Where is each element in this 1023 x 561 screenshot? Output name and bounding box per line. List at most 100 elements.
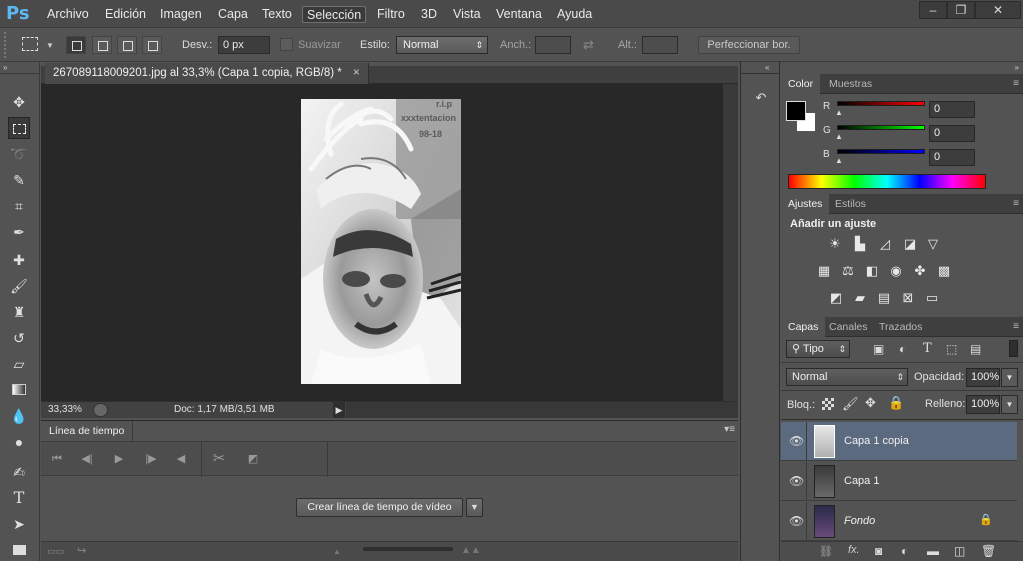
antialias-checkbox[interactable]: [280, 38, 293, 51]
vibrance-icon[interactable]: ▽: [924, 236, 942, 252]
new-selection-button[interactable]: [66, 36, 86, 54]
lasso-tool-icon[interactable]: ➰: [8, 143, 30, 165]
expand-icon[interactable]: «: [765, 63, 769, 72]
black-white-icon[interactable]: ◧: [863, 263, 881, 279]
lock-pixels-icon[interactable]: 🖌: [842, 396, 859, 412]
menu-3d[interactable]: 3D: [417, 6, 441, 23]
feather-input[interactable]: 0 px: [218, 36, 270, 54]
visibility-eye-icon[interactable]: 👁: [789, 514, 804, 528]
timeline-menu-icon[interactable]: ▾≡: [724, 424, 735, 435]
menu-ventana[interactable]: Ventana: [492, 6, 546, 23]
quick-select-tool-icon[interactable]: ✎: [8, 169, 30, 191]
width-input[interactable]: [535, 36, 571, 54]
threshold-icon[interactable]: ▤: [875, 290, 893, 306]
filter-smart-object-icon[interactable]: ▤: [970, 342, 981, 356]
channel-mixer-icon[interactable]: ✤: [911, 263, 929, 279]
exposure-icon[interactable]: ◪: [901, 236, 919, 252]
rect-marquee-tool-icon[interactable]: [8, 117, 30, 139]
zoom-out-icon[interactable]: ▲: [333, 547, 341, 556]
menu-filtro[interactable]: Filtro: [373, 6, 409, 23]
filter-type-icon[interactable]: T: [923, 341, 932, 356]
create-timeline-dropdown-icon[interactable]: ▼: [466, 498, 483, 517]
minimize-button[interactable]: –: [919, 1, 947, 19]
eyedropper-tool-icon[interactable]: ✒: [8, 221, 30, 243]
layer-name[interactable]: Fondo: [844, 515, 875, 527]
vertical-scrollbar[interactable]: [723, 84, 738, 401]
filter-shape-icon[interactable]: ⬚: [946, 342, 957, 356]
layer-name[interactable]: Capa 1: [844, 475, 879, 487]
channel-b-input[interactable]: 0: [929, 149, 975, 166]
menu-vista[interactable]: Vista: [449, 6, 485, 23]
dodge-tool-icon[interactable]: ●: [8, 431, 30, 453]
subtract-selection-button[interactable]: [117, 36, 137, 54]
layer-style-fx-icon[interactable]: fx.: [848, 544, 860, 556]
history-brush-tool-icon[interactable]: ↺: [8, 327, 30, 349]
layer-row-capa-1[interactable]: 👁 Capa 1: [781, 462, 1017, 501]
channel-g-slider[interactable]: [837, 125, 925, 130]
convert-icon[interactable]: ↪: [77, 544, 86, 557]
swap-icon[interactable]: ⇄: [583, 37, 594, 53]
filter-pixel-icon[interactable]: ▣: [873, 342, 884, 356]
restore-button[interactable]: ❐: [947, 1, 975, 19]
tab-estilos[interactable]: Estilos: [828, 194, 873, 214]
posterize-icon[interactable]: ▰: [851, 290, 869, 306]
timeline-zoom-slider[interactable]: [363, 547, 453, 551]
status-menu-arrow-icon[interactable]: ▶: [333, 402, 345, 418]
rectangle-shape-tool-icon[interactable]: [8, 539, 30, 561]
split-scissors-icon[interactable]: ✂: [209, 449, 229, 469]
clone-stamp-tool-icon[interactable]: ♜: [8, 301, 30, 323]
slider-thumb-icon[interactable]: ▲: [835, 108, 843, 117]
brush-tool-icon[interactable]: 🖌: [8, 275, 30, 297]
visibility-eye-icon[interactable]: 👁: [789, 434, 804, 448]
height-input[interactable]: [642, 36, 678, 54]
color-balance-icon[interactable]: ⚖: [839, 263, 857, 279]
tab-capas[interactable]: Capas: [781, 317, 826, 337]
delete-layer-icon[interactable]: 🗑: [981, 544, 996, 558]
visibility-eye-icon[interactable]: 👁: [789, 474, 804, 488]
add-selection-button[interactable]: [92, 36, 112, 54]
filter-adjustment-icon[interactable]: ◐: [899, 342, 906, 356]
render-icon[interactable]: ▭▭: [47, 546, 64, 557]
tab-color[interactable]: Color: [781, 74, 821, 94]
selective-color-icon[interactable]: ⊠: [899, 290, 917, 306]
slider-thumb-icon[interactable]: ▲: [835, 132, 843, 141]
style-select[interactable]: Normal ⇕: [396, 36, 488, 54]
color-lookup-icon[interactable]: ▩: [935, 263, 953, 279]
path-select-tool-icon[interactable]: ➤: [8, 513, 30, 535]
adjustments-panel-menu-icon[interactable]: ≡: [1013, 198, 1019, 209]
tab-trazados[interactable]: Trazados: [872, 317, 929, 337]
fill-input[interactable]: 100%: [966, 395, 1000, 414]
collapse-panels-icon[interactable]: »: [1015, 63, 1019, 72]
channel-g-input[interactable]: 0: [929, 125, 975, 142]
previous-frame-icon[interactable]: ◀|: [77, 449, 97, 469]
layer-row-capa-1-copia[interactable]: 👁 Capa 1 copia: [781, 422, 1017, 461]
new-layer-icon[interactable]: ◫: [954, 544, 965, 558]
color-panel-menu-icon[interactable]: ≡: [1013, 78, 1019, 89]
type-tool-icon[interactable]: T: [8, 487, 30, 509]
menu-imagen[interactable]: Imagen: [156, 6, 206, 23]
eraser-tool-icon[interactable]: ▱: [8, 353, 30, 375]
tab-muestras[interactable]: Muestras: [822, 74, 879, 94]
collapse-icon[interactable]: »: [3, 63, 7, 72]
brightness-contrast-icon[interactable]: ☀: [826, 236, 844, 252]
levels-icon[interactable]: ▙: [851, 236, 869, 252]
close-window-button[interactable]: ✕: [975, 1, 1021, 19]
horizontal-scrollbar[interactable]: [346, 402, 738, 418]
menu-archivo[interactable]: Archivo: [43, 6, 93, 23]
link-layers-icon[interactable]: ⛓: [819, 545, 833, 558]
timeline-tab[interactable]: Línea de tiempo: [41, 421, 134, 441]
transition-icon[interactable]: ◩: [243, 449, 263, 469]
canvas-area[interactable]: r.i.p xxxtentacion 98-18: [41, 84, 723, 401]
document-tab[interactable]: 267089118009201.jpg al 33,3% (Capa 1 cop…: [45, 63, 369, 84]
preset-dropdown-icon[interactable]: ▼: [46, 41, 54, 50]
menu-ayuda[interactable]: Ayuda: [553, 6, 596, 23]
grip-handle[interactable]: [4, 32, 10, 58]
curves-icon[interactable]: ◿: [876, 236, 894, 252]
gradient-map-icon[interactable]: ▭: [923, 290, 941, 306]
menu-edicion[interactable]: Edición: [101, 6, 150, 23]
tab-canales[interactable]: Canales: [822, 317, 875, 337]
menu-seleccion[interactable]: Selección: [302, 6, 367, 23]
crop-tool-icon[interactable]: ⌗: [8, 195, 30, 217]
channel-b-slider[interactable]: [837, 149, 925, 154]
new-adjustment-icon[interactable]: ◐: [901, 544, 908, 558]
